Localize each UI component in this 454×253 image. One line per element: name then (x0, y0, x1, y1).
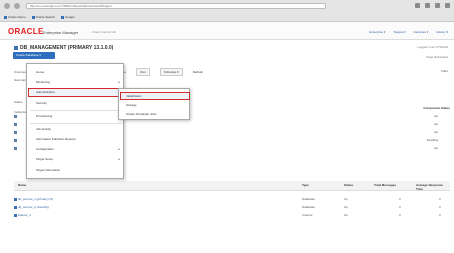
component-icon (14, 115, 17, 118)
left-panel-label: Status (14, 100, 23, 104)
back-icon[interactable] (4, 3, 10, 9)
header-link[interactable]: Favorites ▾ (414, 30, 429, 34)
page-title: DB_MANAGEMENT (PRIMARY 13.1.0.0) (20, 45, 114, 51)
menu-item-security[interactable]: Security▸ (28, 99, 124, 108)
status-value: Pending (426, 138, 438, 142)
service-icon (14, 206, 17, 209)
star-icon[interactable] (415, 3, 420, 8)
column-header-avg[interactable]: Average Response Time (416, 183, 450, 191)
product-subtitle: Cloud Control 13c (92, 30, 117, 34)
service-link[interactable]: db_service_1 (primary) (0) (18, 197, 53, 201)
submenu-item-scheduler-jobs[interactable]: Oracle Scheduler Jobs (120, 110, 190, 118)
refresh-icon[interactable]: Refresh (193, 70, 204, 74)
menu-icon[interactable] (445, 3, 450, 8)
chevron-right-icon: ▸ (118, 80, 120, 84)
service-link[interactable]: db_service_2 (standby) (18, 205, 49, 209)
type-cell: Database (302, 197, 315, 201)
status-value: Up (434, 130, 438, 134)
table-row[interactable]: db_service_1 (primary) (0) Database Up 0… (14, 197, 450, 204)
bookmark[interactable]: Oracle Demo (4, 15, 26, 19)
address-bar[interactable]: http://em.example.com:7788/em/faces/sdk/… (26, 3, 326, 9)
avg-cell: 0 (439, 197, 441, 201)
total-cell: 0 (399, 197, 401, 201)
chevron-right-icon: ▸ (118, 157, 120, 161)
submenu-item-initialization[interactable]: Initialization (120, 92, 190, 100)
avg-cell: 0 (439, 205, 441, 209)
menu-item-configuration[interactable]: Configuration ▸ (28, 145, 124, 154)
left-panel-label: Summary (14, 78, 27, 82)
bookmark-icon (31, 15, 35, 19)
column-header-type[interactable]: Type (302, 183, 309, 187)
status-value: Up (434, 146, 438, 150)
header-link[interactable]: Enterprise ▾ (369, 30, 385, 34)
service-link[interactable]: listener_1 (18, 213, 31, 217)
chevron-right-icon: ▸ (118, 147, 120, 151)
type-cell: Database (302, 205, 315, 209)
administration-submenu: Initialization Storage Oracle Scheduler … (118, 88, 190, 120)
avg-cell: 0 (439, 213, 441, 217)
status-value: Up (434, 122, 438, 126)
bookmarks-bar: Oracle Demo Oracle Search Google (0, 13, 454, 21)
component-icon (14, 123, 17, 126)
oracle-logo: ORACLE (8, 27, 44, 36)
filter-button[interactable]: Filter (441, 69, 448, 73)
login-info: Logged in as SYSMAN (417, 45, 448, 49)
service-icon (14, 214, 17, 217)
database-icon (14, 46, 18, 50)
status-cell: Up (344, 213, 348, 217)
component-icon (14, 131, 17, 134)
menu-item-administration[interactable]: Administration▸ (28, 88, 124, 97)
menu-item-target-setup[interactable]: Target Setup ▸ (28, 155, 124, 164)
total-cell: 0 (399, 205, 401, 209)
menu-item-provisioning[interactable]: Provisioning▸ (28, 112, 124, 121)
column-header-status[interactable]: Status (344, 183, 353, 187)
bookmark[interactable]: Oracle Search (31, 15, 55, 19)
forward-icon[interactable] (14, 3, 20, 9)
status-cell: Up (344, 205, 348, 209)
column-header: Component Status (423, 106, 450, 110)
menu-divider (30, 110, 122, 111)
component-icon (14, 147, 17, 150)
column-header-name[interactable]: Name (18, 183, 26, 187)
table-row[interactable]: db_service_2 (standby) Database Up 0 0 (14, 205, 450, 212)
table-row[interactable]: listener_1 Listener Up 0 0 (14, 213, 450, 220)
component-icon (14, 139, 17, 142)
header-link[interactable]: History ▾ (436, 30, 448, 34)
schedule-button[interactable]: Schedule ▾ (159, 68, 183, 76)
header-link[interactable]: Targets ▾ (393, 30, 405, 34)
page-toolbar: Mode: Run Schedule ▾ Refresh (118, 68, 203, 76)
bookmark[interactable]: Google (60, 15, 75, 19)
header-menu: Enterprise ▾ Targets ▾ Favorites ▾ Histo… (369, 30, 448, 34)
app-header: ORACLE Enterprise Manager Cloud Control … (0, 22, 454, 40)
status-value: Up (434, 114, 438, 118)
status-cell: Up (344, 197, 348, 201)
menu-item-job-activity[interactable]: Job Activity (28, 125, 124, 134)
browser-chrome: http://em.example.com:7788/em/faces/sdk/… (0, 0, 454, 22)
target-dropdown-menu: Home Monitoring▸ Administration▸ Securit… (26, 63, 124, 179)
home-icon[interactable] (435, 3, 440, 8)
menu-divider (30, 123, 122, 124)
type-cell: Listener (302, 213, 313, 217)
target-context-bar: DB_MANAGEMENT (PRIMARY 13.1.0.0) Oracle … (0, 41, 454, 63)
browser-icons (415, 3, 450, 8)
bookmark-icon (60, 15, 64, 19)
submenu-item-storage[interactable]: Storage (120, 101, 190, 109)
menu-item-home[interactable]: Home (28, 68, 124, 77)
menu-item-target-information[interactable]: Target Information (28, 166, 124, 175)
service-icon (14, 198, 17, 201)
total-cell: 0 (399, 213, 401, 217)
target-menu-button[interactable]: Oracle Database ▾ (13, 52, 55, 59)
run-button[interactable]: Run (136, 68, 150, 76)
product-name: Enterprise Manager (43, 30, 79, 35)
menu-item-monitoring[interactable]: Monitoring ▸ (28, 78, 124, 87)
menu-item-reports[interactable]: Information Publisher Reports (28, 135, 124, 144)
column-header-total[interactable]: Total Messages (374, 183, 396, 187)
bookmark-icon (4, 15, 7, 19)
left-panel-label: Overview (14, 70, 27, 74)
download-icon[interactable] (425, 3, 430, 8)
refresh-info: Page Refreshed (426, 55, 448, 59)
